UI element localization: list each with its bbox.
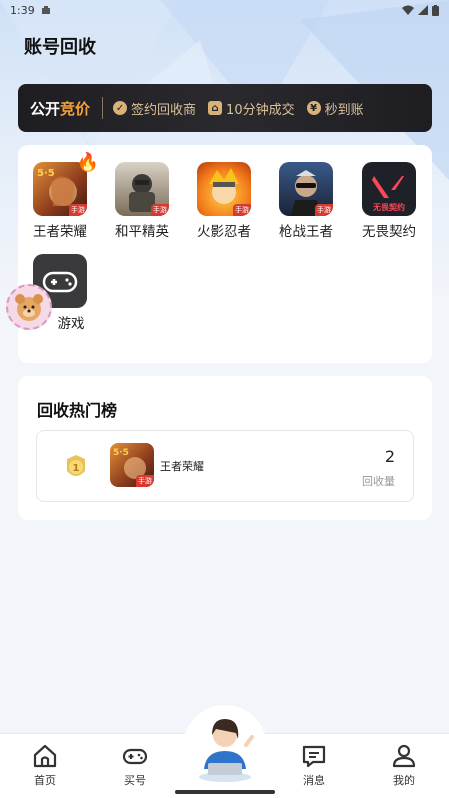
game-tag: 手游 [315,204,333,216]
rank-number: 1 [73,463,80,474]
game-tag: 手游 [151,204,169,216]
game-label: 枪战王者 [279,224,333,240]
feature-fast-deal: ⌂ 10分钟成交 [208,99,295,118]
game-label: 火影忍者 [197,224,251,240]
home-icon [33,744,57,768]
wifi-icon [402,5,414,15]
page-title: 账号回收 [24,37,96,58]
tab-messages[interactable]: 消息 [284,742,344,788]
tab-home[interactable]: 首页 [15,742,75,788]
gamepad-icon [122,748,148,765]
banner-brand: 公开竞价 [30,98,90,119]
banner-brand-prefix: 公开 [30,99,61,118]
tab-label: 我的 [393,774,415,787]
tab-label: 买号 [124,774,146,787]
banner-brand-highlight: 竞价 [60,99,91,118]
feature-label: 秒到账 [324,102,364,118]
customer-service-avatar-icon [199,719,254,782]
game-item-peacekeeper-elite[interactable]: 手游 和平精英 [107,162,177,240]
feature-label: 签约回收商 [131,102,197,118]
battery-icon [432,4,439,16]
bag-icon: ⌂ [208,101,223,115]
ranking-count: 2 [384,447,395,466]
profile-icon [392,744,416,768]
tab-profile[interactable]: 我的 [374,742,434,788]
notification-icon [41,6,50,14]
banner-divider [102,97,104,119]
promo-banner[interactable]: 公开竞价 ✓ 签约回收商 ⌂ 10分钟成交 ¥ 秒到账 [18,84,432,132]
bear-mascot-icon[interactable] [6,284,52,330]
tab-label: 消息 [303,774,325,787]
ranking-card: 回收热门榜 1 5·5 手游 王者荣耀 2 回收量 [18,376,432,520]
svg-text:5·5: 5·5 [113,448,129,458]
ranking-game-name: 王者荣耀 [160,460,204,473]
tab-label: 首页 [34,774,56,787]
game-label: 无畏契约 [362,224,416,240]
message-icon [302,745,326,768]
feature-signed-recycler: ✓ 签约回收商 [113,99,196,118]
check-badge-icon: ✓ [113,101,128,115]
game-tag: 手游 [69,204,87,216]
hot-flame-icon: 🔥 [76,152,99,173]
status-time: 1:39 [10,3,35,17]
system-nav-pill[interactable] [175,790,275,794]
game-item-valorant[interactable]: 无畏契约 无畏契约 [354,162,424,240]
status-bar: 1:39 [0,0,449,20]
game-tag: 手游 [233,204,251,216]
game-tag: 手游 [136,475,154,487]
money-bag-icon: ¥ [306,101,321,115]
crossfire-icon: 手游 [279,162,333,216]
game-item-crossfire[interactable]: 手游 枪战王者 [271,162,341,240]
feature-label: 10分钟成交 [226,102,295,118]
games-grid: 5·5 手游 🔥 王者荣耀 手游 和平精英 手游 火影忍者 手游 枪战王者 无畏… [18,145,432,363]
signal-icon [418,5,428,15]
valorant-logo-text: 无畏契约 [372,202,405,212]
game-item-naruto[interactable]: 手游 火影忍者 [189,162,259,240]
game-item-honor-of-kings[interactable]: 5·5 手游 🔥 王者荣耀 [25,152,99,240]
honor-of-kings-icon: 5·5 手游 [110,443,154,487]
svg-text:5·5: 5·5 [37,168,55,179]
ranking-count-label: 回收量 [362,475,395,488]
peacekeeper-elite-icon: 手游 [115,162,169,216]
valorant-icon: 无畏契约 [362,162,416,216]
game-label: 王者荣耀 [33,224,87,240]
ranking-title: 回收热门榜 [37,401,118,420]
naruto-icon: 手游 [197,162,251,216]
tab-buy[interactable]: 买号 [105,742,165,788]
feature-instant-pay: ¥ 秒到账 [306,99,364,118]
gold-medal-icon: 1 [67,455,85,476]
ranking-row[interactable]: 1 5·5 手游 王者荣耀 2 回收量 [36,430,414,502]
customer-service-button[interactable] [183,705,267,789]
game-label: 和平精英 [115,224,169,240]
